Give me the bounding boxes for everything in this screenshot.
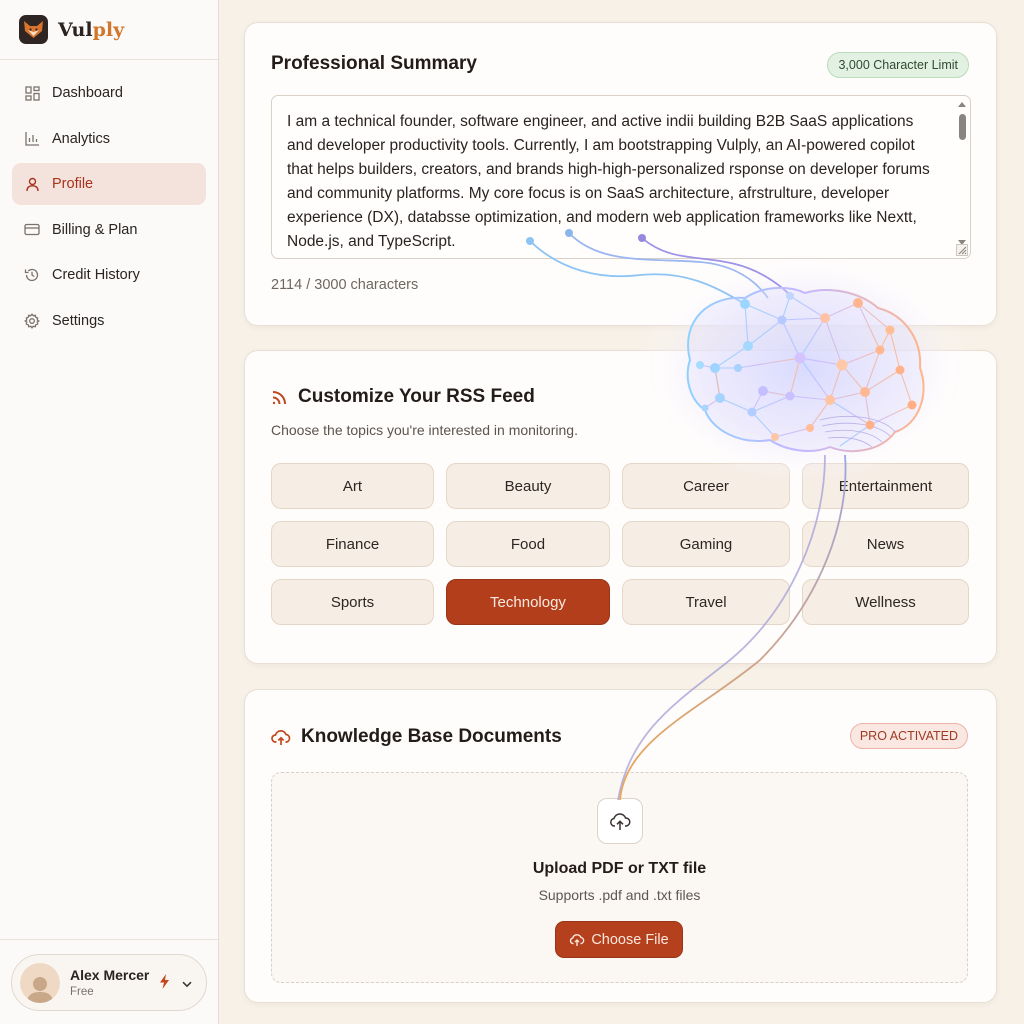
topic-finance[interactable]: Finance bbox=[271, 521, 434, 567]
choose-file-label: Choose File bbox=[591, 931, 669, 948]
professional-summary-card: Professional Summary 3,000 Character Lim… bbox=[244, 22, 997, 326]
topic-sports[interactable]: Sports bbox=[271, 579, 434, 625]
gear-icon bbox=[24, 312, 40, 329]
topic-entertainment[interactable]: Entertainment bbox=[802, 463, 969, 509]
user-menu[interactable]: Alex Mercer Free bbox=[11, 954, 207, 1011]
app-name: Vulply bbox=[58, 18, 125, 41]
sidebar-nav: Dashboard Analytics Profile Billing & Pl… bbox=[0, 60, 218, 342]
sidebar-item-label: Settings bbox=[52, 312, 105, 329]
sidebar: Vulply Dashboard Analytics Profile Billi… bbox=[0, 0, 219, 1024]
upload-subtitle: Supports .pdf and .txt files bbox=[538, 887, 701, 903]
user-icon bbox=[24, 176, 40, 192]
pro-activated-badge: PRO ACTIVATED bbox=[849, 723, 968, 749]
scrollbar-thumb[interactable] bbox=[959, 114, 966, 140]
choose-file-button[interactable]: Choose File bbox=[555, 921, 683, 958]
topic-food[interactable]: Food bbox=[446, 521, 610, 567]
sidebar-item-settings[interactable]: Settings bbox=[12, 300, 206, 342]
rss-title: Customize Your RSS Feed bbox=[298, 386, 535, 407]
chevron-down-icon[interactable] bbox=[182, 975, 192, 993]
topic-travel[interactable]: Travel bbox=[622, 579, 790, 625]
upload-icon bbox=[597, 798, 643, 844]
scrollbar[interactable] bbox=[958, 102, 967, 245]
bar-chart-icon bbox=[24, 131, 40, 147]
avatar bbox=[20, 962, 60, 1003]
sidebar-item-dashboard[interactable]: Dashboard bbox=[12, 72, 206, 114]
topic-wellness[interactable]: Wellness bbox=[802, 579, 969, 625]
character-limit-badge: 3,000 Character Limit bbox=[827, 52, 969, 78]
sidebar-item-credit-history[interactable]: Credit History bbox=[12, 254, 206, 296]
sidebar-item-label: Dashboard bbox=[52, 85, 123, 101]
rss-subtitle: Choose the topics you're interested in m… bbox=[271, 422, 578, 438]
dashboard-grid-icon bbox=[24, 85, 40, 101]
rss-header: Customize Your RSS Feed bbox=[271, 386, 535, 408]
cloud-upload-icon bbox=[569, 933, 585, 947]
brand[interactable]: Vulply bbox=[0, 0, 218, 60]
rss-icon bbox=[271, 389, 288, 406]
summary-textarea[interactable]: I am a technical founder, software engin… bbox=[271, 95, 971, 259]
upload-title: Upload PDF or TXT file bbox=[532, 860, 707, 877]
summary-title: Professional Summary bbox=[271, 53, 477, 74]
sidebar-item-label: Billing & Plan bbox=[52, 221, 138, 238]
knowledge-header: Knowledge Base Documents bbox=[271, 726, 562, 748]
topic-art[interactable]: Art bbox=[271, 463, 434, 509]
fox-icon bbox=[19, 15, 48, 44]
topic-career[interactable]: Career bbox=[622, 463, 790, 509]
rss-feed-card: Customize Your RSS Feed Choose the topic… bbox=[244, 350, 997, 664]
file-dropzone[interactable]: Upload PDF or TXT file Supports .pdf and… bbox=[271, 772, 968, 983]
cloud-upload-icon bbox=[271, 729, 291, 746]
sidebar-item-analytics[interactable]: Analytics bbox=[12, 118, 206, 160]
credit-card-icon bbox=[24, 222, 40, 238]
divider bbox=[0, 939, 218, 940]
scroll-up-arrow-icon[interactable] bbox=[958, 102, 966, 107]
resize-handle-icon[interactable] bbox=[956, 244, 968, 256]
sidebar-item-label: Analytics bbox=[52, 130, 111, 147]
topic-technology[interactable]: Technology bbox=[446, 579, 610, 625]
knowledge-title: Knowledge Base Documents bbox=[301, 726, 562, 747]
topic-news[interactable]: News bbox=[802, 521, 969, 567]
history-icon bbox=[24, 267, 40, 283]
character-count: 2114 / 3000 characters bbox=[271, 277, 419, 293]
sidebar-item-profile[interactable]: Profile bbox=[12, 163, 206, 205]
knowledge-base-card: Knowledge Base Documents PRO ACTIVATED U… bbox=[244, 689, 997, 1003]
summary-text: I am a technical founder, software engin… bbox=[287, 113, 930, 250]
topic-grid: Art Beauty Career Entertainment Finance … bbox=[271, 463, 969, 625]
brain-node bbox=[885, 325, 895, 335]
user-name: Alex Mercer bbox=[70, 967, 150, 983]
topic-beauty[interactable]: Beauty bbox=[446, 463, 610, 509]
sidebar-item-label: Credit History bbox=[52, 267, 140, 283]
sidebar-item-billing[interactable]: Billing & Plan bbox=[12, 209, 206, 251]
user-plan: Free bbox=[70, 986, 94, 998]
sidebar-item-label: Profile bbox=[52, 176, 94, 192]
topic-gaming[interactable]: Gaming bbox=[622, 521, 790, 567]
lightning-icon[interactable] bbox=[159, 974, 170, 994]
